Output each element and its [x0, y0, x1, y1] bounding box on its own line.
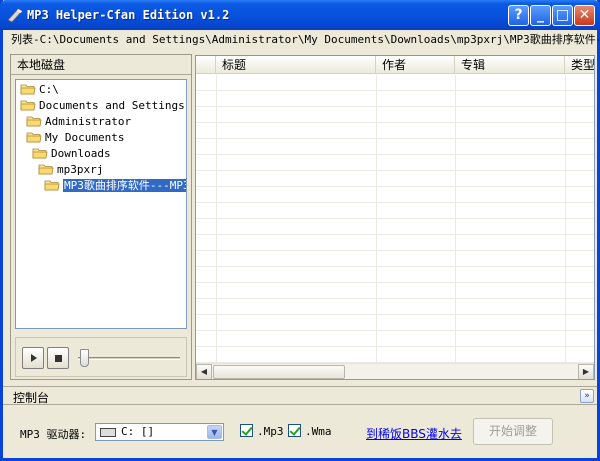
start-adjust-button[interactable]: 开始调整	[473, 418, 553, 445]
folder-icon	[26, 116, 42, 127]
chevron-down-icon[interactable]: ▼	[207, 425, 222, 439]
list-row[interactable]	[196, 155, 594, 171]
tree-item-label: MP3歌曲排序软件---MP3	[63, 179, 186, 192]
minimize-button[interactable]: _	[530, 5, 551, 26]
title-bar[interactable]: MP3 Helper-Cfan Edition v1.2 ? _ □ ✕	[0, 0, 600, 30]
column-header[interactable]: 作者	[376, 56, 455, 74]
tree-item-label: C:\	[39, 83, 59, 96]
tree-item[interactable]: C:\	[20, 82, 59, 98]
drive-select[interactable]: C: [] ▼	[95, 423, 224, 441]
drive-label: MP3 驱动器:	[20, 428, 87, 441]
mp3-checkbox-label: .Mp3	[257, 425, 284, 438]
column-header[interactable]: 类型	[565, 56, 594, 74]
drive-icon	[100, 428, 116, 437]
folder-icon	[44, 180, 60, 191]
bbs-link[interactable]: 到稀饭BBS灌水去	[366, 425, 462, 442]
wma-checkbox[interactable]	[288, 424, 301, 437]
tree-item[interactable]: Documents and Settings	[20, 98, 185, 114]
list-row[interactable]	[196, 235, 594, 251]
tree-item-label: Administrator	[45, 115, 132, 128]
drive-value: C: []	[121, 425, 155, 438]
folder-tree[interactable]: C:\ Documents and Settings Administrator My…	[15, 79, 187, 329]
tree-item-label: Documents and Settings	[39, 99, 185, 112]
path-bar: 列表-C:\Documents and Settings\Administrat…	[11, 33, 599, 46]
list-row[interactable]	[196, 107, 594, 123]
column-header[interactable]	[196, 56, 216, 74]
column-header[interactable]: 专辑	[455, 56, 565, 74]
list-row[interactable]	[196, 267, 594, 283]
song-list[interactable]: 标题 作者 专辑 类型 ◀ ▶	[195, 55, 595, 380]
collapse-icon[interactable]: »	[580, 389, 594, 403]
column-divider	[216, 75, 217, 363]
tree-item[interactable]: MP3歌曲排序软件---MP3	[44, 178, 186, 194]
tree-item-label: mp3pxrj	[57, 163, 104, 176]
list-row[interactable]	[196, 347, 594, 363]
column-divider	[455, 75, 456, 363]
horizontal-scrollbar[interactable]: ◀ ▶	[196, 363, 594, 379]
tree-item[interactable]: Administrator	[26, 114, 131, 130]
folder-icon	[38, 164, 54, 175]
list-row[interactable]	[196, 299, 594, 315]
scroll-right-icon[interactable]: ▶	[578, 364, 594, 379]
app-icon	[7, 8, 23, 23]
list-body[interactable]	[196, 75, 594, 363]
tree-item[interactable]: mp3pxrj	[38, 162, 103, 178]
column-divider	[565, 75, 566, 363]
list-row[interactable]	[196, 219, 594, 235]
list-row[interactable]	[196, 283, 594, 299]
folder-icon	[26, 132, 42, 143]
console-bar: 控制台 »	[3, 386, 597, 405]
list-row[interactable]	[196, 331, 594, 347]
list-row[interactable]	[196, 315, 594, 331]
wma-checkbox-label: .Wma	[305, 425, 332, 438]
mp3-checkbox[interactable]	[240, 424, 253, 437]
scroll-left-icon[interactable]: ◀	[196, 364, 212, 379]
app-window: MP3 Helper-Cfan Edition v1.2 ? _ □ ✕ 列表-…	[0, 0, 600, 461]
list-row[interactable]	[196, 91, 594, 107]
folder-icon	[20, 84, 36, 95]
tree-item-label: My Documents	[45, 131, 125, 144]
column-divider	[376, 75, 377, 363]
list-row[interactable]	[196, 75, 594, 91]
tree-item[interactable]: Downloads	[32, 146, 111, 162]
folder-icon	[20, 100, 36, 111]
player-controls	[15, 337, 187, 377]
console-title: 控制台	[13, 391, 50, 405]
folder-icon	[32, 148, 48, 159]
close-button[interactable]: ✕	[574, 5, 595, 26]
list-row[interactable]	[196, 123, 594, 139]
window-title: MP3 Helper-Cfan Edition v1.2	[27, 8, 230, 22]
position-slider-thumb[interactable]	[80, 349, 89, 367]
local-disk-panel: 本地磁盘 C:\ Documents and Settings Administra…	[10, 54, 192, 380]
stop-button[interactable]	[47, 347, 69, 369]
maximize-button[interactable]: □	[552, 5, 573, 26]
position-slider-track[interactable]	[78, 357, 180, 360]
list-row[interactable]	[196, 187, 594, 203]
scroll-thumb[interactable]	[213, 365, 345, 379]
column-header[interactable]: 标题	[216, 56, 376, 74]
tree-item-label: Downloads	[51, 147, 111, 160]
tree-item[interactable]: My Documents	[26, 130, 124, 146]
list-row[interactable]	[196, 171, 594, 187]
list-row[interactable]	[196, 139, 594, 155]
panel-header: 本地磁盘	[11, 55, 191, 75]
list-row[interactable]	[196, 203, 594, 219]
play-button[interactable]	[22, 347, 44, 369]
list-row[interactable]	[196, 251, 594, 267]
help-button[interactable]: ?	[508, 5, 529, 26]
list-header: 标题 作者 专辑 类型	[196, 56, 594, 74]
